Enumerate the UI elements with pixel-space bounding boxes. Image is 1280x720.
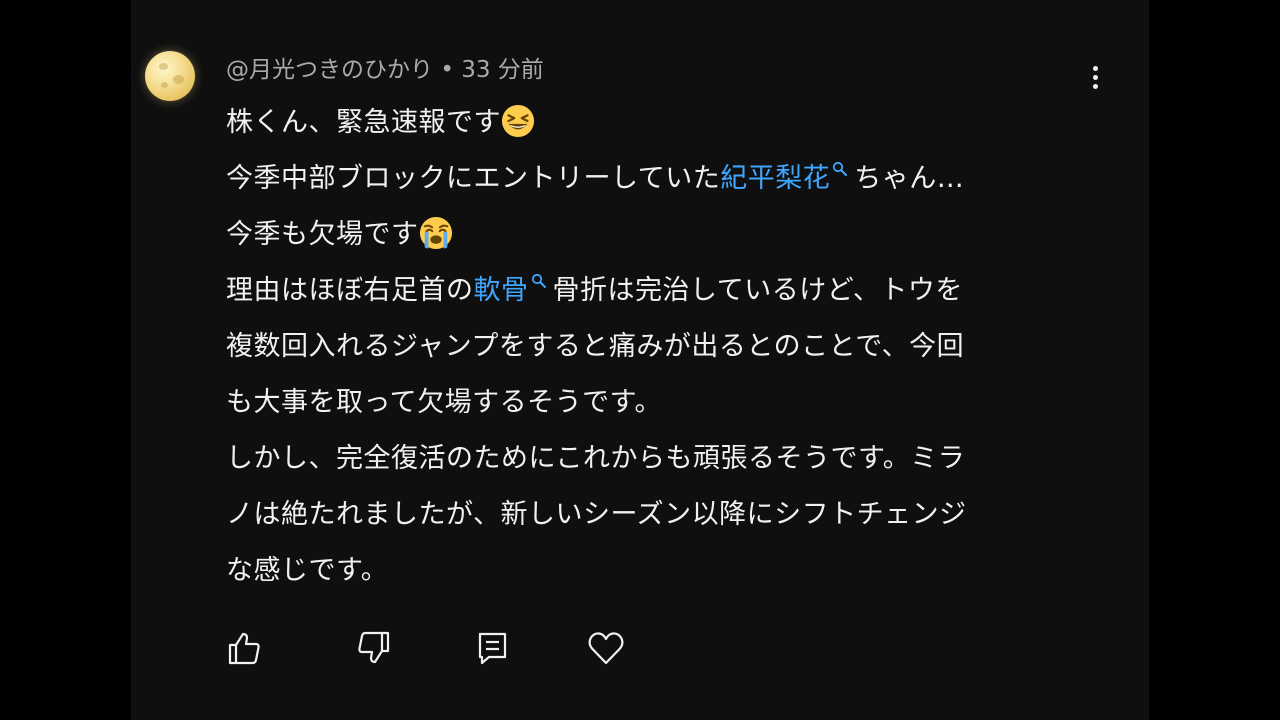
search-link-kihira-rika[interactable]: 紀平梨花 [720,163,830,194]
comment-line: しかし、完全復活のためにこれからも頑張るそうです。ミラ [226,431,1086,487]
comment-text: 今季も欠場です [226,219,419,250]
reply-button[interactable] [472,628,512,668]
comment-line: 今季も欠場です [226,207,1086,263]
comment-line: ノは絶たれましたが、新しいシーズン以降にシフトチェンジ [226,487,1086,543]
avatar[interactable] [145,51,195,101]
comment-text: 株くん、緊急速報です [226,107,501,138]
comment-meta: @月光つきのひかり • 33 分前 [226,55,544,85]
comment-line: 複数回入れるジャンプをすると痛みが出るとのことで、今回 [226,319,1086,375]
comment-text: 今季中部ブロックにエントリーしていた [226,163,721,194]
heart-button[interactable] [586,628,626,668]
grinning-squinting-face-icon [501,104,535,137]
comment-text: しかし、完全復活のためにこれからも頑張るそうです。ミラ [226,443,966,474]
comment-line: 理由はほぼ右足首の軟骨 骨折は完治しているけど、トウを [226,263,1086,319]
comment-text: ちゃん… [854,163,965,194]
dislike-button[interactable] [354,628,394,668]
meta-separator: • [440,57,454,83]
comment-text: 理由はほぼ右足首の [226,275,474,306]
author-name[interactable]: @月光つきのひかり [226,57,433,83]
heart-icon [588,632,624,665]
comment-body: 株くん、緊急速報です 今季中部ブロックにエントリーしていた紀平梨花 ちゃん… 今… [226,95,1086,599]
like-button[interactable] [224,628,264,668]
search-icon[interactable] [832,161,848,177]
reply-icon [478,632,507,665]
loudly-crying-face-icon [419,216,452,249]
comment-text: 骨折は完治しているけど、トウを [552,275,963,306]
search-icon[interactable] [531,273,547,289]
comment-actions [0,628,1280,668]
comment-text: ノは絶たれましたが、新しいシーズン以降にシフトチェンジ [226,499,967,530]
comment-line: 今季中部ブロックにエントリーしていた紀平梨花 ちゃん… [226,151,1086,207]
search-link-nankotsu[interactable]: 軟骨 [474,275,529,306]
comment-text: 複数回入れるジャンプをすると痛みが出るとのことで、今回 [226,331,965,362]
thumbs-up-icon [228,632,260,665]
comment-line: も大事を取って欠場するそうです。 [226,375,1086,431]
comment-line: 株くん、緊急速報です [226,95,1086,151]
comment-line: な感じです。 [226,543,1086,599]
comment-time[interactable]: 33 分前 [461,57,544,83]
more-options-icon[interactable] [1080,60,1110,94]
comment-text: も大事を取って欠場するそうです。 [226,387,662,418]
comment-text: な感じです。 [226,555,389,586]
thumbs-down-icon [358,631,390,664]
